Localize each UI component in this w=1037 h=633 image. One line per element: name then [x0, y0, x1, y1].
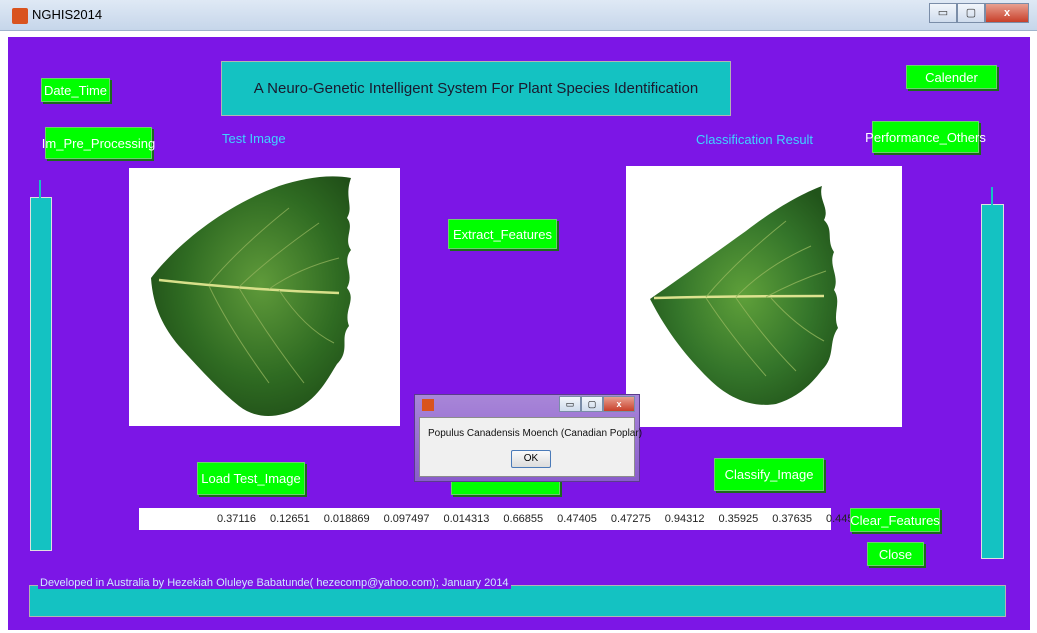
right-slider[interactable]	[981, 187, 1004, 559]
dialog-titlebar: ▭ ▢ x	[415, 395, 639, 415]
main-figure: Date_Time A Neuro-Genetic Intelligent Sy…	[8, 37, 1030, 630]
clear-features-button[interactable]: Clear_Features	[850, 508, 940, 532]
window-title: NGHIS2014	[32, 7, 103, 22]
test-image-panel	[129, 168, 400, 426]
performance-others-button[interactable]: Performance_Others	[865, 121, 986, 153]
feature-value: 0.018869	[323, 513, 370, 525]
dialog-message: Populus Canadensis Moench (Canadian Popl…	[428, 428, 643, 439]
im-pre-processing-button[interactable]: Im_Pre_Processing	[42, 127, 155, 159]
test-leaf-image	[151, 176, 351, 416]
feature-value: 0.47405	[557, 513, 597, 525]
feature-value: 0.94312	[664, 513, 705, 525]
feature-value: 0.097497	[383, 513, 430, 525]
right-slider-thumb[interactable]	[991, 187, 993, 205]
result-leaf-image	[650, 186, 838, 405]
feature-value: 0.37116	[217, 513, 256, 525]
feature-value: 0.12651	[269, 513, 310, 525]
window-titlebar: NGHIS2014 ▭ ▢ x	[0, 0, 1037, 31]
date-time-button[interactable]: Date_Time	[41, 78, 110, 102]
classify-image-button[interactable]: Classify_Image	[714, 458, 824, 491]
maximize-button[interactable]: ▢	[957, 3, 985, 23]
footer-panel	[29, 585, 1006, 617]
result-image-panel	[626, 166, 902, 427]
test-image-label: Test Image	[222, 131, 286, 146]
window-controls: ▭ ▢ x	[929, 3, 1029, 23]
extract-features-button[interactable]: Extract_Features	[448, 219, 557, 249]
calender-button[interactable]: Calender	[906, 65, 997, 89]
feature-value: 0.35925	[718, 513, 759, 525]
dialog-controls: ▭ ▢ x	[559, 396, 635, 412]
dialog-minimize-button[interactable]: ▭	[559, 396, 581, 412]
close-button[interactable]: Close	[867, 542, 924, 566]
feature-value: 0.37635	[772, 513, 812, 525]
dialog-close-button[interactable]: x	[603, 396, 635, 412]
classification-result-label: Classification Result	[696, 132, 814, 147]
dialog-maximize-button[interactable]: ▢	[581, 396, 603, 412]
close-window-button[interactable]: x	[985, 3, 1029, 23]
ok-button[interactable]: OK	[511, 450, 551, 468]
matlab-icon	[12, 8, 28, 24]
minimize-button[interactable]: ▭	[929, 3, 957, 23]
footer-credit: Developed in Australia by Hezekiah Olule…	[38, 577, 511, 589]
message-dialog: ▭ ▢ x Populus Canadensis Moench (Canadia…	[414, 394, 642, 482]
left-slider-thumb[interactable]	[39, 180, 41, 198]
dialog-body: Populus Canadensis Moench (Canadian Popl…	[419, 417, 642, 477]
matlab-icon	[422, 399, 434, 411]
app-title: A Neuro-Genetic Intelligent System For P…	[221, 61, 731, 116]
load-test-image-button[interactable]: Load Test_Image	[197, 462, 305, 495]
feature-value: 0.014313	[443, 513, 490, 525]
features-display: 0.37116 0.12651 0.018869 0.097497 0.0143…	[139, 508, 866, 530]
feature-value: 0.47275	[610, 513, 651, 525]
feature-value: 0.66855	[503, 513, 544, 525]
left-slider[interactable]	[30, 180, 52, 551]
